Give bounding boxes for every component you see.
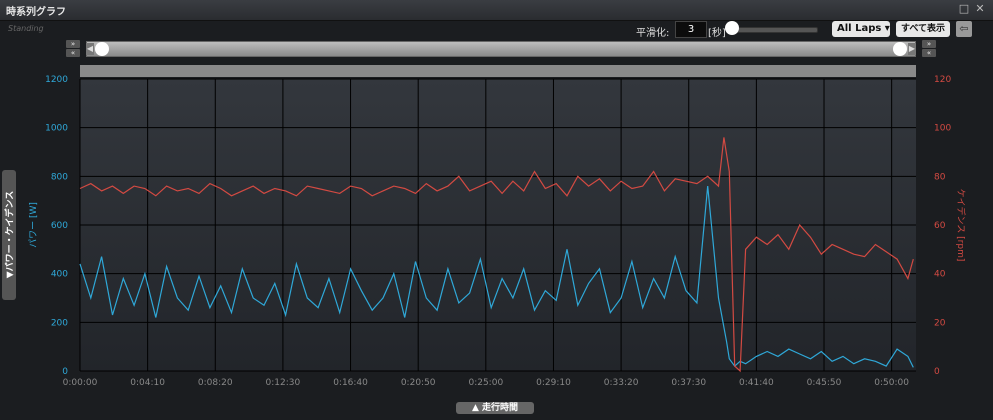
x-tick-label: 0:00:00 — [63, 378, 98, 388]
y-left-tick-label: 800 — [51, 172, 68, 182]
series-select-tab[interactable]: ▼パワー・ケイデンス — [2, 170, 16, 300]
x-axis-select-tab[interactable]: ▲ 走行時間 — [456, 402, 534, 414]
y-axis-right-label: ケイデンス [rpm] — [955, 189, 967, 262]
y-right-tick-label: 60 — [934, 221, 946, 231]
x-tick-label: 0:08:20 — [198, 378, 233, 388]
y-right-tick-label: 100 — [934, 124, 951, 134]
x-tick-label: 0:16:40 — [333, 378, 368, 388]
overview-strip — [80, 65, 916, 77]
y-left-tick-label: 1000 — [45, 124, 68, 134]
y-right-tick-label: 20 — [934, 318, 946, 328]
x-tick-label: 0:50:00 — [874, 378, 909, 388]
time-series-chart: 0 200 400 600 800 1000 1200 0 20 40 60 80 100 120 0:00… — [28, 65, 967, 388]
y-left-tick-label: 600 — [51, 221, 68, 231]
x-tick-label: 0:29:10 — [536, 378, 571, 388]
x-tick-label: 0:25:00 — [468, 378, 503, 388]
x-tick-label: 0:45:50 — [807, 378, 842, 388]
y-right-tick-label: 0 — [934, 367, 940, 377]
y-right-tick-label: 40 — [934, 270, 946, 280]
x-tick-label: 0:04:10 — [130, 378, 165, 388]
y-right-tick-label: 120 — [934, 75, 951, 85]
x-tick-label: 0:37:30 — [671, 378, 706, 388]
y-right-tick-label: 80 — [934, 172, 946, 182]
x-tick-label: 0:41:40 — [739, 378, 774, 388]
series-select-label: ▼パワー・ケイデンス — [5, 190, 16, 279]
x-tick-label: 0:12:30 — [266, 378, 301, 388]
y-axis-left-label: パワー [W] — [28, 202, 39, 248]
y-left-tick-label: 1200 — [45, 75, 68, 85]
y-left-tick-label: 200 — [51, 318, 68, 328]
y-left-tick-label: 400 — [51, 270, 68, 280]
x-tick-label: 0:20:50 — [401, 378, 436, 388]
y-left-tick-label: 0 — [62, 367, 68, 377]
x-tick-label: 0:33:20 — [604, 378, 639, 388]
